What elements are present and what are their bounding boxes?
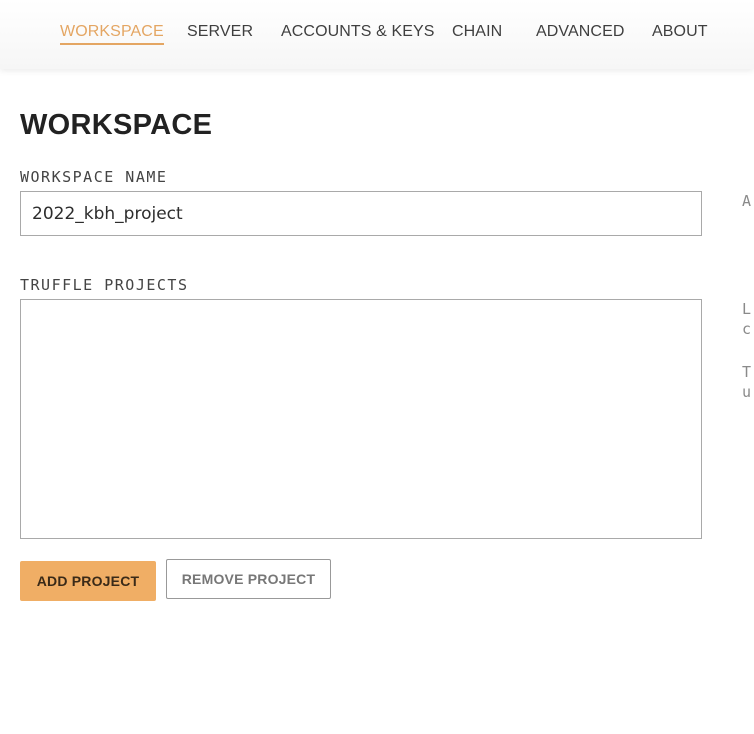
page-title: WORKSPACE bbox=[20, 109, 213, 141]
tab-accounts-keys[interactable]: ACCOUNTS & KEYS bbox=[281, 22, 435, 42]
tab-workspace[interactable]: WORKSPACE bbox=[60, 22, 164, 45]
side-help-text-4: T bbox=[742, 363, 752, 381]
truffle-projects-label: TRUFFLE PROJECTS bbox=[20, 276, 189, 294]
side-help-text-5: u bbox=[742, 383, 752, 401]
add-project-button[interactable]: ADD PROJECT bbox=[20, 561, 156, 601]
workspace-name-input[interactable] bbox=[20, 191, 702, 236]
tab-chain[interactable]: CHAIN bbox=[452, 22, 502, 42]
side-help-text-3: c bbox=[742, 320, 752, 338]
remove-project-button[interactable]: REMOVE PROJECT bbox=[166, 559, 331, 599]
truffle-projects-list[interactable] bbox=[20, 299, 702, 539]
workspace-name-label: WORKSPACE NAME bbox=[20, 168, 168, 186]
tab-server[interactable]: SERVER bbox=[187, 22, 253, 42]
tab-advanced[interactable]: ADVANCED bbox=[536, 22, 625, 42]
side-help-text-1: A bbox=[742, 192, 752, 210]
top-navigation: WORKSPACE SERVER ACCOUNTS & KEYS CHAIN A… bbox=[0, 0, 754, 69]
side-help-text-2: L bbox=[742, 300, 752, 318]
tab-about[interactable]: ABOUT bbox=[652, 22, 708, 42]
